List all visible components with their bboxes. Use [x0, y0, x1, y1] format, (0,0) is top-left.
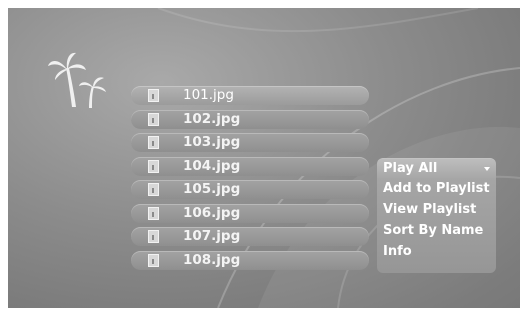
list-item[interactable]: 108.jpg — [131, 250, 369, 270]
list-item[interactable]: 106.jpg — [131, 203, 369, 223]
menu-item-view-playlist[interactable]: View Playlist — [383, 202, 476, 218]
list-item[interactable]: 102.jpg — [131, 109, 369, 129]
file-name: 101.jpg — [183, 87, 234, 103]
list-item[interactable]: 101.jpg — [131, 86, 369, 105]
list-item[interactable]: 103.jpg — [131, 133, 369, 152]
palm-trees-icon — [48, 52, 106, 108]
menu-item-sort-by-name[interactable]: Sort By Name — [383, 223, 483, 239]
menu-item-add-to-playlist[interactable]: Add to Playlist — [383, 181, 490, 197]
chevron-down-icon — [484, 167, 490, 171]
file-name: 106.jpg — [183, 204, 241, 221]
list-item[interactable]: 107.jpg — [131, 227, 369, 246]
file-name: 102.jpg — [183, 110, 241, 127]
image-file-icon — [148, 230, 159, 243]
list-item[interactable]: 104.jpg — [131, 156, 369, 176]
image-file-icon — [148, 136, 159, 149]
options-menu: Play All Add to Playlist View Playlist S… — [377, 158, 496, 273]
file-name: 105.jpg — [183, 181, 241, 197]
file-name: 108.jpg — [183, 251, 241, 268]
menu-item-info[interactable]: Info — [383, 244, 412, 260]
menu-item-label: Play All — [383, 161, 438, 176]
menu-item-play-all[interactable]: Play All — [377, 159, 496, 179]
image-file-icon — [148, 89, 159, 102]
file-name: 104.jpg — [183, 157, 241, 174]
image-file-icon — [148, 253, 159, 267]
image-file-icon — [148, 112, 159, 126]
image-file-icon — [148, 159, 159, 173]
file-name: 103.jpg — [183, 134, 241, 150]
image-file-icon — [148, 206, 159, 220]
list-item[interactable]: 105.jpg — [131, 180, 369, 199]
media-browser-screen: 101.jpg 102.jpg 103.jpg 104.jpg 105.jpg … — [8, 8, 520, 308]
image-file-icon — [148, 183, 159, 196]
file-list: 101.jpg 102.jpg 103.jpg 104.jpg 105.jpg … — [131, 86, 369, 274]
file-name: 107.jpg — [183, 228, 241, 244]
